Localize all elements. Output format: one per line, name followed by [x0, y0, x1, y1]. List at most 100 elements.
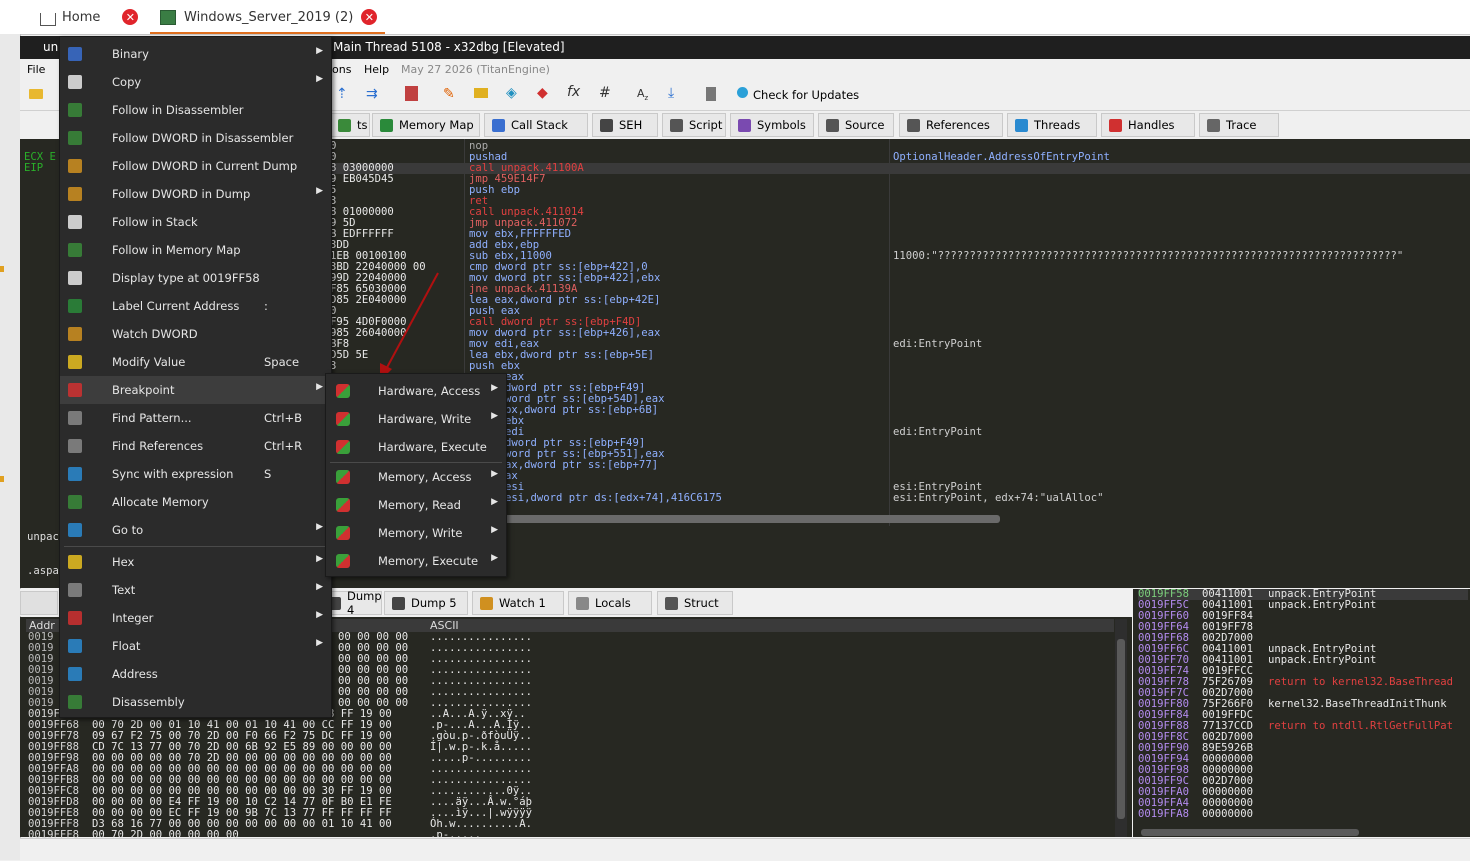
menu-item-label: Find References — [112, 439, 204, 453]
menu-item-label: Disassembly — [112, 695, 185, 709]
submenu-item-hardware-execute[interactable]: Hardware, Execute — [326, 433, 506, 461]
menu-item-follow-in-disassembler[interactable]: Follow in Disassembler — [60, 96, 331, 124]
run-to-user-icon[interactable]: ⇉ — [366, 86, 378, 102]
menu-item-binary[interactable]: Binary ▶ — [60, 40, 331, 68]
tab-threads[interactable]: Threads — [1007, 113, 1097, 137]
disasm-comment: edi:EntryPoint — [893, 426, 983, 438]
submenu-item-memory-access[interactable]: Memory, Access ▶ — [326, 463, 506, 491]
menu-item-display-type-at-0019ff58[interactable]: Display type at 0019FF58 — [60, 264, 331, 292]
menu-item-sync-with-expression[interactable]: Sync with expression S — [60, 460, 331, 488]
tab-seh[interactable]: SEH — [592, 113, 658, 137]
tab-home[interactable]: Home ✕ — [40, 0, 139, 34]
globe-icon[interactable] — [737, 87, 748, 98]
submenu-item-label: Memory, Write — [378, 526, 463, 540]
menu-item-watch-dword[interactable]: Watch DWORD — [60, 320, 331, 348]
find-pattern-icon — [68, 411, 82, 425]
dump-tab-icon[interactable] — [20, 591, 58, 615]
label-icon[interactable]: ◈ — [506, 85, 517, 101]
tab-symbols[interactable]: Symbols — [730, 113, 814, 137]
chevron-right-icon: ▶ — [491, 497, 498, 507]
menu-item-breakpoint[interactable]: Breakpoint ▶ — [60, 376, 331, 404]
menu-item-go-to[interactable]: Go to ▶ — [60, 516, 331, 544]
tab-watch-1[interactable]: Watch 1 — [472, 591, 564, 615]
chevron-right-icon: ▶ — [316, 522, 323, 532]
menu-item-integer[interactable]: Integer ▶ — [60, 604, 331, 632]
submenu-item-memory-execute[interactable]: Memory, Execute ▶ — [326, 547, 506, 575]
function-icon[interactable]: fx — [567, 84, 580, 100]
hash-icon[interactable]: # — [599, 85, 611, 101]
menu-file[interactable]: File — [27, 63, 45, 76]
log-icon — [338, 119, 351, 132]
submenu-item-hardware-access[interactable]: Hardware, Access ▶ — [326, 377, 506, 405]
menu-item-address[interactable]: Address — [60, 660, 331, 688]
comment-icon[interactable] — [474, 88, 488, 98]
menu-item-modify-value[interactable]: Modify Value Space — [60, 348, 331, 376]
tab-trace[interactable]: Trace — [1199, 113, 1279, 137]
close-icon[interactable]: ✕ — [361, 9, 378, 25]
font-icon[interactable]: Az — [637, 87, 648, 102]
menu-item-follow-dword-in-disassembler[interactable]: Follow DWORD in Disassembler — [60, 124, 331, 152]
step-out-icon[interactable]: ⇡ — [336, 86, 348, 102]
download-icon[interactable]: ⤓ — [668, 85, 674, 101]
check-updates-button[interactable]: Check for Updates — [753, 88, 859, 102]
tab-dump-5[interactable]: Dump 5 — [384, 591, 468, 615]
menu-item-follow-dword-in-dump[interactable]: Follow DWORD in Dump ▶ — [60, 180, 331, 208]
submenu-item-memory-read[interactable]: Memory, Read ▶ — [326, 491, 506, 519]
submenu-item-label: Memory, Access — [378, 470, 472, 484]
tab-source[interactable]: Source — [818, 113, 894, 137]
tab-memory-map[interactable]: Memory Map — [372, 113, 480, 137]
stack-hscroll[interactable] — [1141, 829, 1359, 836]
tab-ts[interactable]: ts — [330, 113, 370, 137]
menu-item-find-pattern[interactable]: Find Pattern... Ctrl+B — [60, 404, 331, 432]
registers-strip: ECX E EIP — [20, 112, 60, 526]
chevron-right-icon: ▶ — [316, 382, 323, 392]
trace-tab-label: Trace — [1226, 118, 1257, 132]
mem-read-icon — [336, 498, 350, 512]
tab-references[interactable]: References — [899, 113, 1003, 137]
tab-strip-icon — [20, 112, 60, 139]
submenu-item-memory-write[interactable]: Memory, Write ▶ — [326, 519, 506, 547]
menu-item-copy[interactable]: Copy ▶ — [60, 68, 331, 96]
menu-item-label-current-address[interactable]: Label Current Address: — [60, 292, 331, 320]
menu-item-shortcut: Space — [264, 355, 300, 369]
menu-item-follow-in-memory-map[interactable]: Follow in Memory Map — [60, 236, 331, 264]
stack-view[interactable]: 0019FF58 00411001 unpack.EntryPoint 0019FF5… — [1133, 589, 1470, 837]
vertical-scrollbar[interactable] — [1115, 619, 1127, 837]
menu-item-follow-in-stack[interactable]: Follow in Stack — [60, 208, 331, 236]
menu-item-find-references[interactable]: Find References Ctrl+R — [60, 432, 331, 460]
menu-item-hex[interactable]: Hex ▶ — [60, 548, 331, 576]
tab-handles[interactable]: Handles — [1101, 113, 1195, 137]
tab-locals[interactable]: Locals — [568, 591, 652, 615]
menu-item-float[interactable]: Float ▶ — [60, 632, 331, 660]
scroll-thumb[interactable] — [1117, 639, 1125, 819]
menu-help[interactable]: Help — [364, 63, 389, 76]
tab-call-stack[interactable]: Call Stack — [484, 113, 588, 137]
submenu-item-hardware-write[interactable]: Hardware, Write ▶ — [326, 405, 506, 433]
active-tab-underline — [150, 32, 385, 34]
stack-row[interactable]: 0019FFA8 00000000 — [1138, 809, 1468, 820]
close-icon[interactable]: ✕ — [122, 9, 139, 25]
menu-item-allocate-memory[interactable]: Allocate Memory — [60, 488, 331, 516]
memory-map-tab-label: Memory Map — [399, 118, 474, 132]
open-icon[interactable] — [29, 89, 43, 99]
bookmark-icon[interactable]: ◆ — [537, 85, 548, 101]
chevron-right-icon: ▶ — [491, 411, 498, 421]
disassembler-icon — [68, 103, 82, 117]
menu-options[interactable]: ons — [332, 63, 351, 76]
calculator-icon[interactable] — [706, 87, 716, 101]
stack-comment: return to ntdll.RtlGetFullPat — [1268, 720, 1453, 732]
tab-struct[interactable]: Struct — [657, 591, 733, 615]
chevron-right-icon: ▶ — [316, 638, 323, 648]
struct-tab-label: Struct — [684, 596, 719, 610]
stack-comment: kernel32.BaseThreadInitThunk — [1268, 698, 1447, 710]
tab-script[interactable]: Script — [662, 113, 726, 137]
menu-item-text[interactable]: Text ▶ — [60, 576, 331, 604]
patch-icon[interactable]: ✎ — [443, 86, 455, 102]
menu-item-follow-dword-in-current-dump[interactable]: Follow DWORD in Current Dump — [60, 152, 331, 180]
tab-windows-server-label: Windows_Server_2019 (2) — [184, 9, 354, 25]
breakpoint-toolbar-icon[interactable] — [405, 86, 418, 101]
source-icon — [826, 119, 839, 132]
tab-windows-server[interactable]: Windows_Server_2019 (2) ✕ — [160, 0, 378, 34]
menu-item-disassembly[interactable]: Disassembly — [60, 688, 331, 716]
disassembler-icon — [68, 131, 82, 145]
